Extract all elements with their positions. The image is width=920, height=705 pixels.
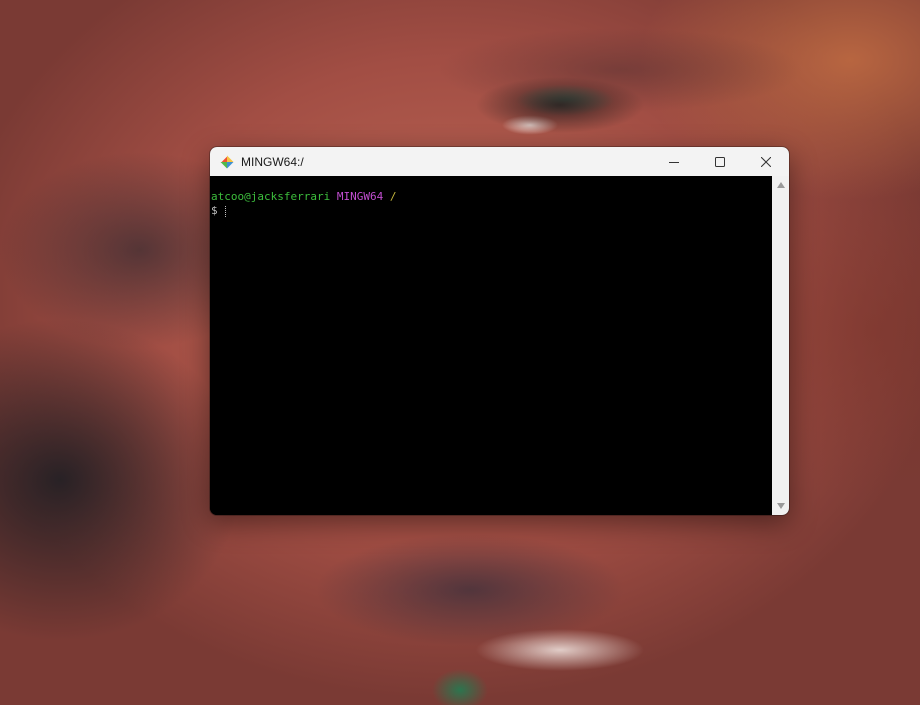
vertical-scrollbar[interactable] bbox=[772, 176, 789, 515]
prompt-header-line: atcoo@jacksferrari MINGW64 / bbox=[211, 190, 772, 204]
scroll-down-button[interactable] bbox=[772, 499, 789, 513]
close-icon bbox=[761, 156, 771, 167]
title-bar[interactable]: MINGW64:/ bbox=[210, 147, 789, 176]
minimize-icon bbox=[669, 161, 679, 163]
close-button[interactable] bbox=[743, 147, 789, 176]
maximize-icon bbox=[715, 156, 725, 167]
caption-buttons bbox=[651, 147, 789, 176]
terminal-window[interactable]: MINGW64:/ atcoo@jacksferrari MINGW64 /$ bbox=[210, 147, 789, 515]
input-line[interactable]: $ bbox=[211, 204, 772, 218]
window-title: MINGW64:/ bbox=[241, 154, 304, 169]
git-logo-icon bbox=[219, 154, 235, 170]
user-host: atcoo@jacksferrari bbox=[211, 190, 331, 203]
minimize-button[interactable] bbox=[651, 147, 697, 176]
text-cursor bbox=[225, 205, 227, 217]
prompt-symbol: $ bbox=[211, 204, 225, 217]
scroll-up-arrow-icon bbox=[776, 182, 785, 188]
terminal-output[interactable]: atcoo@jacksferrari MINGW64 /$ bbox=[210, 176, 772, 515]
system-name: MINGW64 bbox=[336, 190, 384, 203]
maximize-button[interactable] bbox=[697, 147, 743, 176]
scroll-up-button[interactable] bbox=[772, 178, 789, 192]
scroll-down-arrow-icon bbox=[776, 503, 785, 509]
current-path: / bbox=[389, 190, 397, 203]
